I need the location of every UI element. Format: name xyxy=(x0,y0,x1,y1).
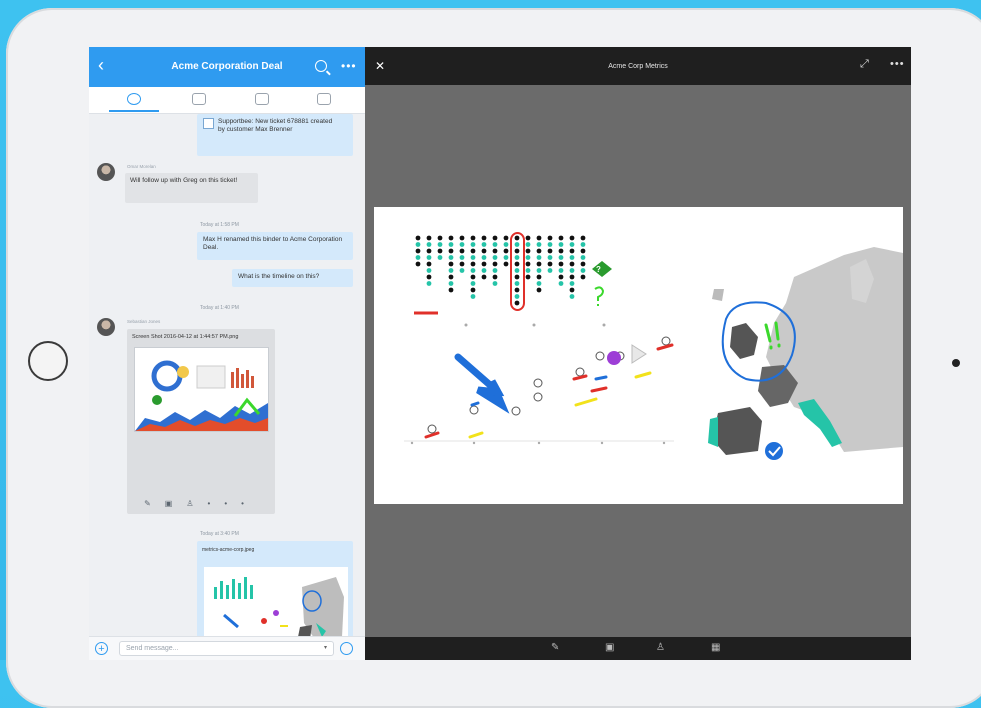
pen-icon[interactable]: ✎ xyxy=(144,499,165,508)
timestamp: Today at 1:58 PM xyxy=(200,222,239,228)
camera xyxy=(952,359,960,367)
grid-icon[interactable]: ▦ xyxy=(711,642,720,653)
comment-icon[interactable]: ▣ xyxy=(605,642,614,653)
sender-name: Sebastian Jones xyxy=(127,319,161,324)
dot-chart xyxy=(415,235,586,306)
checkbox-icon xyxy=(203,118,214,129)
chat-tabs xyxy=(89,87,365,114)
home-button xyxy=(28,341,68,381)
image-preview[interactable] xyxy=(204,567,348,647)
apps-tab-icon[interactable] xyxy=(317,93,331,105)
comment-icon[interactable]: ▣ xyxy=(165,499,187,508)
more-icon[interactable]: ••• xyxy=(341,59,357,73)
more-icon[interactable]: ••• xyxy=(890,58,905,70)
chat-panel: ‹ Acme Corporation Deal ••• Supportbee: … xyxy=(89,47,365,660)
todo-tab-icon[interactable] xyxy=(255,93,269,105)
viewer-header: ✕ Acme Corp Metrics ⤢ ••• xyxy=(365,47,911,85)
timeline-message[interactable]: What is the timeline on this? xyxy=(232,269,353,287)
timestamp: Today at 3:40 PM xyxy=(200,531,239,537)
avatar[interactable] xyxy=(97,163,115,181)
ticket-message[interactable]: Supportbee: New ticket 678881 created by… xyxy=(197,114,353,156)
more-icon[interactable]: ••• xyxy=(208,499,258,508)
pen-icon[interactable]: ✎ xyxy=(551,642,559,653)
greg-message[interactable]: Will follow up with Greg on this ticket! xyxy=(125,173,258,203)
add-icon[interactable]: + xyxy=(95,642,108,655)
annotated-slide[interactable]: ? xyxy=(374,207,903,504)
mic-icon[interactable] xyxy=(340,642,353,655)
document-viewer: ✕ Acme Corp Metrics ⤢ ••• ? ✎ ▣ ♙ ▦ xyxy=(365,47,911,660)
stamp-icon[interactable]: ♙ xyxy=(186,499,207,508)
viewer-title: Acme Corp Metrics xyxy=(608,63,668,70)
ticket-text: Supportbee: New ticket 678881 created by… xyxy=(218,118,333,133)
screenshot-attachment[interactable]: Screen Shot 2016-04-12 at 1:44:57 PM.png xyxy=(127,329,275,514)
rename-message[interactable]: Max H renamed this binder to Acme Corpor… xyxy=(197,232,353,260)
message-placeholder: Send message... xyxy=(126,645,179,652)
attachment-actions: ✎▣♙••• xyxy=(127,499,275,509)
search-icon[interactable] xyxy=(315,60,327,72)
screenshot-preview[interactable] xyxy=(134,347,269,432)
avatar[interactable] xyxy=(97,318,115,336)
sender-name: Omar Morelan xyxy=(127,164,156,169)
viewer-toolbar: ✎ ▣ ♙ ▦ xyxy=(365,637,911,660)
attachment-caption: Screen Shot 2016-04-12 at 1:44:57 PM.png xyxy=(132,334,239,340)
chat-tab-icon[interactable] xyxy=(127,93,141,105)
expand-icon[interactable]: ⤢ xyxy=(860,58,869,71)
svg-text:?: ? xyxy=(596,265,601,274)
message-input[interactable]: Send message... ▾ xyxy=(119,641,334,656)
message-list: Supportbee: New ticket 678881 created by… xyxy=(89,114,365,660)
chevron-down-icon[interactable]: ▾ xyxy=(324,642,327,655)
chat-header: ‹ Acme Corporation Deal ••• xyxy=(89,47,365,87)
stamp-icon[interactable]: ♙ xyxy=(656,642,665,653)
files-tab-icon[interactable] xyxy=(192,93,206,105)
timestamp: Today at 1:40 PM xyxy=(200,305,239,311)
message-composer: + Send message... ▾ xyxy=(89,636,365,660)
attachment-caption: metrics-acme-corp.jpeg xyxy=(202,547,255,553)
screen: ‹ Acme Corporation Deal ••• Supportbee: … xyxy=(89,47,911,660)
active-tab-indicator xyxy=(109,110,159,112)
